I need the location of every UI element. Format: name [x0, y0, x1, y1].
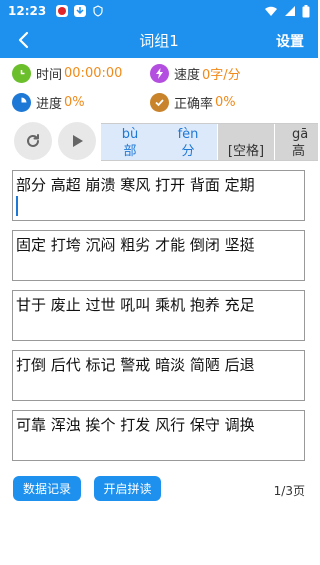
wifi-icon	[265, 6, 277, 16]
pinyin-cell[interactable]: bù 部	[101, 124, 159, 160]
battery-icon	[302, 4, 310, 17]
shield-icon	[92, 5, 104, 17]
download-icon	[74, 5, 87, 17]
text-block[interactable]: 打倒 后代 标记 警戒 暗淡 简陋 后退	[12, 350, 305, 401]
stat-speed-label: 速度	[174, 68, 201, 83]
pinyin-text: bù	[121, 127, 139, 142]
lightning-icon	[150, 64, 169, 83]
text-block-content: 部分 高超 崩溃 寒风 打开 背面 定期	[16, 176, 255, 194]
controls-row: bù 部 fèn 分 [空格] gā 高	[12, 122, 318, 162]
text-block-content: 打倒 后代 标记 警戒 暗淡 简陋 后退	[16, 356, 255, 374]
pinyin-cell[interactable]: gā 高	[275, 124, 318, 160]
app-notification-icon	[56, 5, 69, 17]
records-button[interactable]: 数据记录	[13, 476, 81, 501]
stat-time: 时间 00:00:00	[12, 64, 122, 83]
text-block-content: 可靠 浑浊 挨个 打发 风行 保守 调换	[16, 416, 255, 434]
text-block[interactable]: 甘于 废止 过世 吼叫 乘机 抱养 充足	[12, 290, 305, 341]
status-time: 12:23	[8, 4, 47, 18]
text-block[interactable]: 可靠 浑浊 挨个 打发 风行 保守 调换	[12, 410, 305, 461]
back-arrow-icon[interactable]	[12, 28, 36, 52]
check-icon	[150, 93, 169, 112]
stat-progress-value: 0%	[64, 95, 85, 110]
stat-accuracy: 正确率 0%	[150, 93, 236, 112]
text-block[interactable]: 固定 打垮 沉闷 粗劣 才能 倒闭 坚挺	[12, 230, 305, 281]
refresh-icon	[27, 134, 39, 147]
play-button[interactable]	[58, 122, 96, 160]
pinyin-text: fèn	[177, 127, 199, 142]
pinyin-char: 高	[292, 144, 306, 159]
stat-progress-label: 进度	[36, 97, 63, 112]
stat-time-value: 00:00:00	[64, 66, 123, 81]
pinyin-text: gā	[292, 127, 309, 142]
signal-icon	[285, 6, 295, 16]
pinyin-char: [空格]	[227, 144, 265, 159]
pie-chart-icon	[12, 93, 31, 112]
page-title: 词组1	[139, 31, 179, 50]
stat-speed-value: 0字/分	[202, 68, 241, 83]
pinyin-read-button[interactable]: 开启拼读	[94, 476, 161, 501]
text-block[interactable]: 部分 高超 崩溃 寒风 打开 背面 定期	[12, 170, 305, 221]
page-indicator: 1/3页	[273, 484, 305, 498]
status-bar: 12:23	[0, 0, 318, 22]
stat-time-label: 时间	[36, 68, 63, 83]
pinyin-strip: bù 部 fèn 分 [空格] gā 高	[101, 123, 318, 161]
pinyin-cell[interactable]: fèn 分	[159, 124, 217, 160]
stat-progress: 进度 0%	[12, 93, 85, 112]
play-icon	[73, 135, 83, 147]
pinyin-char: 部	[123, 144, 137, 159]
clock-icon	[12, 64, 31, 83]
text-cursor	[16, 196, 18, 216]
settings-button[interactable]: 设置	[276, 31, 304, 51]
pinyin-char: 分	[181, 144, 195, 159]
stat-accuracy-value: 0%	[215, 95, 236, 110]
restart-button[interactable]	[14, 122, 52, 160]
stat-accuracy-label: 正确率	[174, 97, 214, 112]
stat-speed: 速度 0字/分	[150, 64, 241, 83]
app-bar: 词组1 设置	[0, 22, 318, 58]
text-block-content: 固定 打垮 沉闷 粗劣 才能 倒闭 坚挺	[16, 236, 255, 254]
text-block-content: 甘于 废止 过世 吼叫 乘机 抱养 充足	[16, 296, 255, 314]
pinyin-cell[interactable]: [空格]	[218, 124, 274, 160]
pinyin-text	[218, 126, 274, 143]
